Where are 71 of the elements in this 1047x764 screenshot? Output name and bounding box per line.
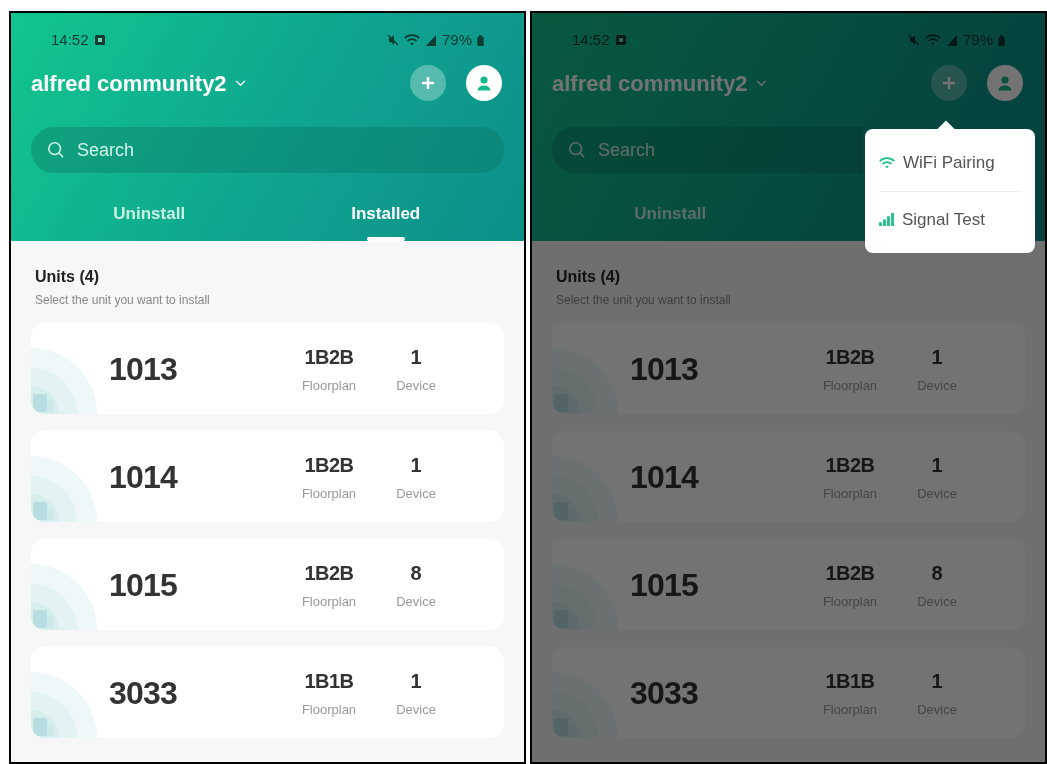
device-label: Device <box>396 592 436 611</box>
floorplan-value: 1B2B <box>825 560 875 586</box>
floorplan-value: 1B2B <box>304 344 354 370</box>
person-icon <box>997 75 1013 91</box>
floorplan-label: Floorplan <box>301 592 357 611</box>
unit-number: 3033 <box>630 673 699 713</box>
unit-card[interactable]: 3033 1B1B Floorplan 1 Device <box>31 647 504 738</box>
image-icon <box>94 35 105 45</box>
search-icon <box>568 141 586 159</box>
device-count: 1 <box>410 344 422 370</box>
unit-number: 1013 <box>630 349 699 389</box>
tab[interactable]: Installed <box>267 189 504 241</box>
image-icon <box>615 35 626 45</box>
battery-icon <box>477 34 484 46</box>
floorplan-value: 1B2B <box>825 452 875 478</box>
unit-number: 1015 <box>630 565 699 605</box>
device-count: 1 <box>931 452 943 478</box>
battery-level: 79% <box>441 29 472 50</box>
person-icon <box>476 75 492 91</box>
chevron-down-icon[interactable] <box>234 79 246 87</box>
device-label: Device <box>396 376 436 395</box>
add-button[interactable] <box>410 65 446 101</box>
plus-icon <box>942 76 956 90</box>
unit-number: 3033 <box>109 673 178 713</box>
device-label: Device <box>396 484 436 503</box>
wifi-icon <box>879 156 895 170</box>
unit-card[interactable]: 1015 1B2B Floorplan 8 Device <box>31 539 504 630</box>
status-time: 14:52 <box>51 29 89 50</box>
community-title: alfred community2 <box>31 69 227 98</box>
plus-icon <box>421 76 435 90</box>
device-label: Device <box>396 700 436 719</box>
profile-avatar[interactable] <box>987 65 1023 101</box>
menu-item[interactable]: Signal Test <box>879 191 1021 247</box>
device-count: 1 <box>410 452 422 478</box>
signal-icon <box>945 34 958 46</box>
wifi-icon <box>924 33 941 47</box>
mute-icon <box>386 34 399 46</box>
floorplan-label: Floorplan <box>301 700 357 719</box>
menu-item[interactable]: WiFi Pairing <box>879 135 1021 191</box>
status-time: 14:52 <box>572 29 610 50</box>
signal-bars-icon <box>879 213 894 226</box>
device-count: 1 <box>931 344 943 370</box>
tab[interactable]: Uninstall <box>31 189 268 241</box>
unit-number: 1014 <box>109 457 179 497</box>
units-subtitle: Select the unit you want to install <box>34 292 211 309</box>
device-count: 1 <box>410 668 422 694</box>
floorplan-value: 1B2B <box>304 452 354 478</box>
unit-number: 1013 <box>109 349 178 389</box>
device-count: 8 <box>410 560 422 586</box>
battery-icon <box>998 34 1005 46</box>
search-icon <box>47 141 65 159</box>
floorplan-value: 1B2B <box>304 560 354 586</box>
floorplan-value: 1B1B <box>304 668 354 694</box>
units-title: Units (4) <box>34 267 100 287</box>
community-title: alfred community2 <box>552 69 748 98</box>
wifi-icon <box>403 33 420 47</box>
device-count: 8 <box>931 560 943 586</box>
floorplan-label: Floorplan <box>301 376 357 395</box>
floorplan-value: 1B1B <box>825 668 875 694</box>
mute-icon <box>907 34 920 46</box>
units-title: Units (4) <box>555 267 621 287</box>
floorplan-label: Floorplan <box>301 484 357 503</box>
device-count: 1 <box>931 668 943 694</box>
floorplan-value: 1B2B <box>825 344 875 370</box>
signal-icon <box>424 34 437 46</box>
chevron-down-icon[interactable] <box>755 79 767 87</box>
profile-avatar[interactable] <box>466 65 502 101</box>
unit-card[interactable]: 1014 1B2B Floorplan 1 Device <box>31 431 504 522</box>
unit-number: 1015 <box>109 565 178 605</box>
unit-card[interactable]: 1013 1B2B Floorplan 1 Device <box>31 323 504 414</box>
unit-number: 1014 <box>630 457 700 497</box>
